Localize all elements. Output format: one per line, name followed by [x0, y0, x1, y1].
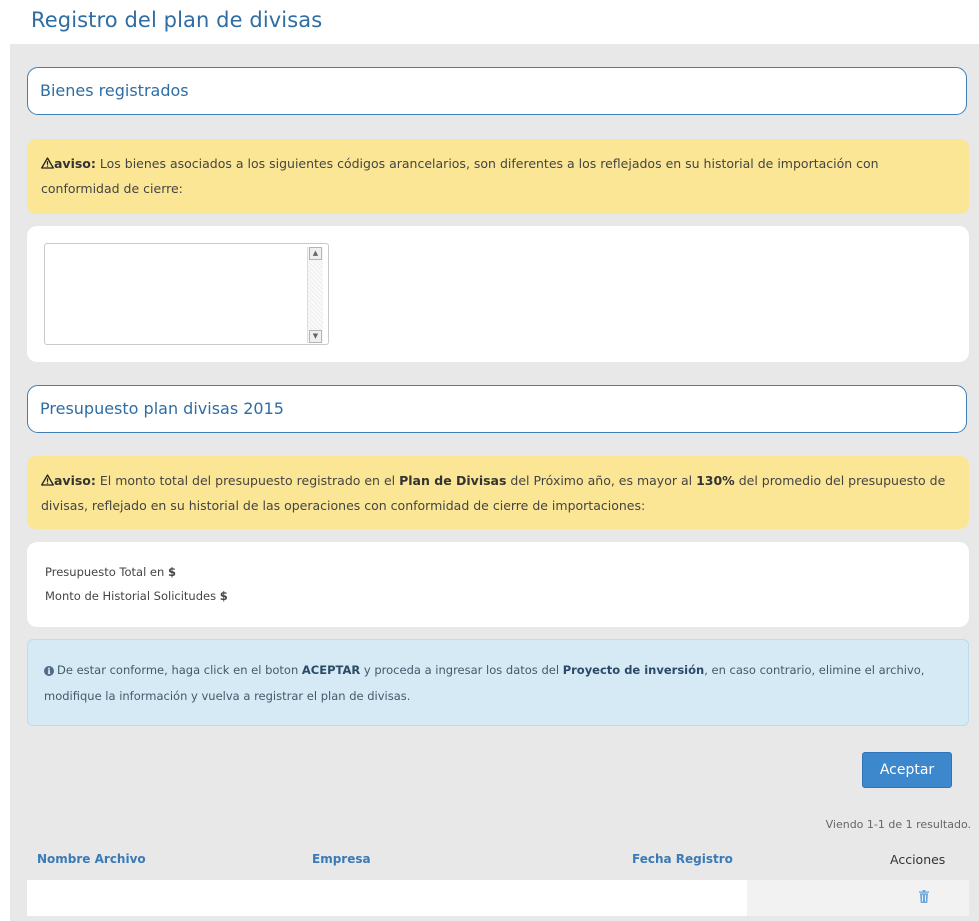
column-header-file-name[interactable]: Nombre Archivo — [37, 852, 146, 866]
scroll-down-icon[interactable]: ▼ — [309, 330, 322, 343]
codes-textarea-wrapper: ▲ ▼ — [44, 243, 329, 346]
warning-triangle-icon — [41, 474, 54, 486]
info-text-b: y proceda a ingresar los datos del — [363, 663, 560, 677]
results-count: Viendo 1-1 de 1 resultado. — [825, 818, 971, 831]
section-header-budget: Presupuesto plan divisas 2015 — [27, 385, 967, 433]
section-header-goods: Bienes registrados — [27, 67, 967, 115]
column-header-actions: Acciones — [890, 852, 946, 867]
accept-button[interactable]: Aceptar — [862, 752, 952, 788]
warning-triangle-icon — [41, 157, 54, 169]
codes-box: ▲ ▼ — [27, 226, 969, 362]
budget-total-label: Presupuesto Total en — [45, 565, 165, 579]
trash-icon[interactable] — [919, 890, 929, 903]
info-message: i De estar conforme, haga click en el bot… — [27, 639, 969, 726]
column-header-date[interactable]: Fecha Registro — [632, 852, 733, 866]
table-row-actions-cell — [747, 880, 969, 916]
codes-textarea[interactable] — [45, 244, 305, 346]
info-bold-accept: ACEPTAR — [301, 663, 361, 677]
table-row — [27, 880, 969, 916]
budget-history-currency: $ — [219, 589, 228, 603]
info-bold-project: Proyecto de inversión — [562, 663, 705, 677]
textarea-scrollbar[interactable]: ▲ ▼ — [307, 247, 323, 343]
section-title-budget: Presupuesto plan divisas 2015 — [40, 399, 284, 418]
budget-warning: aviso: El monto total del presupuesto re… — [27, 456, 969, 529]
warning-bold-percent: 130% — [696, 473, 735, 488]
warning-label: aviso: — [54, 156, 96, 171]
info-text-a: De estar conforme, haga click en el boto… — [57, 663, 299, 677]
budget-history-row: Monto de Historial Solicitudes $ — [45, 584, 969, 608]
budget-total-row: Presupuesto Total en $ — [45, 560, 969, 584]
column-header-company[interactable]: Empresa — [312, 852, 371, 866]
scroll-up-icon[interactable]: ▲ — [309, 247, 322, 260]
page-title: Registro del plan de divisas — [31, 8, 323, 32]
warning-label: aviso: — [54, 473, 96, 488]
section-title-goods: Bienes registrados — [40, 81, 189, 100]
budget-history-label: Monto de Historial Solicitudes — [45, 589, 217, 603]
info-circle-icon: i — [44, 666, 54, 676]
warning-text: Los bienes asociados a los siguientes có… — [41, 156, 879, 196]
goods-warning: aviso: Los bienes asociados a los siguie… — [27, 139, 969, 214]
warning-text-b: del Próximo año, es mayor al — [510, 473, 693, 488]
budget-total-currency: $ — [167, 565, 176, 579]
warning-text-a: El monto total del presupuesto registrad… — [99, 473, 396, 488]
budget-box: Presupuesto Total en $ Monto de Historia… — [27, 542, 969, 627]
warning-bold-plan: Plan de Divisas — [399, 473, 507, 488]
